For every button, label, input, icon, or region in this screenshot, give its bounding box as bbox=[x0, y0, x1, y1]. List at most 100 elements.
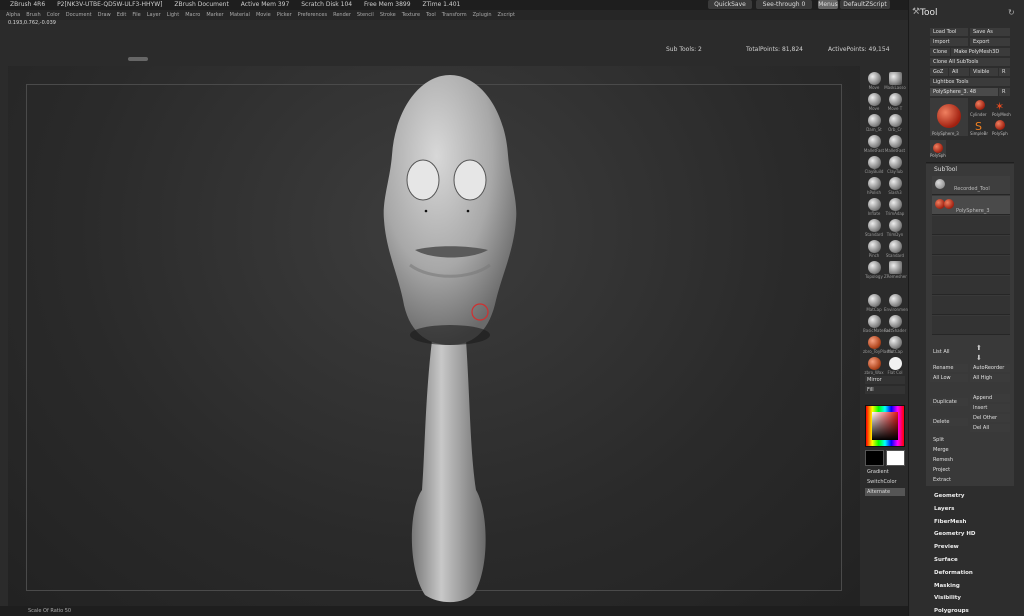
goz-r-button[interactable]: R bbox=[999, 68, 1010, 76]
section-header[interactable]: Polygroups bbox=[934, 608, 969, 614]
slot-polymesh[interactable]: ✶ bbox=[995, 100, 1005, 113]
goz-button[interactable]: GoZ bbox=[930, 68, 948, 76]
menus-button[interactable]: Menus bbox=[818, 0, 838, 9]
lightbox-tools-button[interactable]: Lightbox Tools bbox=[930, 78, 1010, 86]
shelf-brush-item[interactable]: Move T bbox=[884, 93, 906, 111]
menu-item[interactable]: Preferences bbox=[298, 12, 327, 18]
menu-item[interactable]: Edit bbox=[117, 12, 127, 18]
goz-visible-button[interactable]: Visible bbox=[970, 68, 998, 76]
shelf-brush-item[interactable]: Standard bbox=[884, 240, 906, 258]
fill-button[interactable]: Fill bbox=[865, 386, 905, 394]
extract-button[interactable]: Extract bbox=[930, 476, 1010, 484]
menu-item[interactable]: Tool bbox=[426, 12, 436, 18]
append-button[interactable]: Append bbox=[970, 394, 1010, 402]
clone-all-subtools-button[interactable]: Clone All SubTools bbox=[930, 58, 1010, 66]
subtool-row-empty[interactable] bbox=[932, 236, 1010, 255]
menu-item[interactable]: Color bbox=[47, 12, 60, 18]
shelf-brush-item[interactable]: Pinch bbox=[863, 240, 885, 258]
arrow-down-icon[interactable]: ⬇ bbox=[976, 354, 982, 362]
subtool-row-empty[interactable] bbox=[932, 296, 1010, 315]
section-header[interactable]: Geometry HD bbox=[934, 531, 976, 537]
export-button[interactable]: Export bbox=[970, 38, 1010, 46]
shelf-brush-item[interactable]: MatCap bbox=[884, 336, 906, 354]
subtool-row-empty[interactable] bbox=[932, 276, 1010, 295]
shelf-brush-item[interactable]: zbro_ToyPlastic bbox=[863, 336, 893, 354]
menu-item[interactable]: Macro bbox=[185, 12, 200, 18]
main-color-swatch[interactable] bbox=[865, 450, 884, 466]
section-header[interactable]: FiberMesh bbox=[934, 519, 966, 525]
section-header[interactable]: Layers bbox=[934, 506, 954, 512]
menu-item[interactable]: Stroke bbox=[380, 12, 396, 18]
shelf-brush-item[interactable]: FastShader bbox=[884, 315, 906, 333]
save-as-button[interactable]: Save As bbox=[970, 28, 1010, 36]
default-zscript-button[interactable]: DefaultZScript bbox=[840, 0, 890, 9]
shelf-brush-item[interactable]: ClayBuild bbox=[863, 156, 885, 174]
shelf-brush-item[interactable]: MatCap bbox=[863, 294, 885, 312]
menu-item[interactable]: Marker bbox=[206, 12, 223, 18]
merge-button[interactable]: Merge bbox=[930, 446, 1010, 454]
del-all-button[interactable]: Del All bbox=[970, 424, 1010, 432]
make-polymesh-button[interactable]: Make PolyMesh3D bbox=[951, 48, 1010, 56]
menu-item[interactable]: File bbox=[132, 12, 140, 18]
section-header[interactable]: Surface bbox=[934, 557, 958, 563]
menu-item[interactable]: Document bbox=[66, 12, 92, 18]
subtool-row-empty[interactable] bbox=[932, 256, 1010, 275]
remesh-button[interactable]: Remesh bbox=[930, 456, 1010, 464]
current-tool-slider[interactable]: PolySphere_3. 48 bbox=[930, 88, 998, 96]
menu-item[interactable]: Brush bbox=[26, 12, 40, 18]
menu-item[interactable]: Zplugin bbox=[473, 12, 492, 18]
subtool-row-1[interactable]: Recorded_Tool bbox=[932, 176, 1010, 195]
del-other-button[interactable]: Del Other bbox=[970, 414, 1010, 422]
shelf-brush-item[interactable]: Orb_Cr bbox=[884, 114, 906, 132]
gradient-button[interactable]: Gradient bbox=[865, 468, 905, 476]
shelf-brush-item[interactable]: ClayTub bbox=[884, 156, 906, 174]
section-header[interactable]: Masking bbox=[934, 583, 960, 589]
goz-all-button[interactable]: All bbox=[949, 68, 969, 76]
shelf-brush-item[interactable]: hPolish bbox=[863, 177, 885, 195]
shelf-brush-item[interactable]: BasicMaterial bbox=[863, 315, 890, 333]
list-all-button[interactable]: List All bbox=[930, 348, 966, 356]
slot-cylinder[interactable] bbox=[975, 100, 985, 110]
import-button[interactable]: Import bbox=[930, 38, 968, 46]
shelf-brush-item[interactable]: Slash3 bbox=[884, 177, 906, 195]
menu-item[interactable]: Transform bbox=[442, 12, 467, 18]
clone-button[interactable]: Clone bbox=[930, 48, 950, 56]
slot-simplebrush[interactable]: S bbox=[975, 120, 985, 133]
insert-button[interactable]: Insert bbox=[970, 404, 1010, 412]
section-header[interactable]: Deformation bbox=[934, 570, 973, 576]
duplicate-button[interactable]: Duplicate bbox=[930, 398, 968, 406]
mirror-button[interactable]: Mirror bbox=[865, 376, 905, 384]
slot-polysphere[interactable] bbox=[995, 120, 1005, 130]
alternate-button[interactable]: Alternate bbox=[865, 488, 905, 496]
subtool-row-2[interactable]: PolySphere_3 bbox=[932, 196, 1010, 215]
quicksave-button[interactable]: QuickSave bbox=[708, 0, 752, 9]
menu-item[interactable]: Material bbox=[230, 12, 250, 18]
shelf-brush-item[interactable]: TrimDyn bbox=[884, 219, 906, 237]
switch-color-button[interactable]: SwitchColor bbox=[865, 478, 905, 486]
shelf-brush-item[interactable]: MalletFast bbox=[884, 135, 906, 153]
shelf-brush-item[interactable]: Inflate bbox=[863, 198, 885, 216]
menu-item[interactable]: Alpha bbox=[6, 12, 20, 18]
autoreorder-button[interactable]: AutoReorder bbox=[970, 364, 1010, 372]
arrow-up-icon[interactable]: ⬆ bbox=[976, 344, 982, 352]
shelf-brush-item[interactable]: MalletFast bbox=[863, 135, 885, 153]
delete-button[interactable]: Delete bbox=[930, 418, 968, 426]
menu-item[interactable]: Draw bbox=[98, 12, 111, 18]
menu-item[interactable]: Zscript bbox=[498, 12, 515, 18]
menu-item[interactable]: Movie bbox=[256, 12, 271, 18]
menu-item[interactable]: Stencil bbox=[357, 12, 374, 18]
secondary-color-swatch[interactable] bbox=[886, 450, 905, 466]
subtool-row-empty[interactable] bbox=[932, 316, 1010, 335]
shelf-brush-item[interactable]: Flat Col bbox=[884, 357, 906, 375]
load-tool-button[interactable]: Load Tool bbox=[930, 28, 968, 36]
subtool-row-empty[interactable] bbox=[932, 216, 1010, 235]
split-button[interactable]: Split bbox=[930, 436, 1010, 444]
shelf-brush-item[interactable]: ZRemesher bbox=[884, 261, 907, 279]
rename-button[interactable]: Rename bbox=[930, 364, 968, 372]
shelf-brush-item[interactable]: Dam_St bbox=[863, 114, 885, 132]
shelf-brush-item[interactable]: zbro_Wax bbox=[863, 357, 885, 375]
color-picker-square[interactable] bbox=[872, 412, 898, 440]
shelf-brush-item[interactable]: MaskLasso bbox=[884, 72, 906, 90]
refresh-icon[interactable]: ↻ bbox=[1008, 8, 1015, 17]
menu-item[interactable]: Picker bbox=[277, 12, 292, 18]
